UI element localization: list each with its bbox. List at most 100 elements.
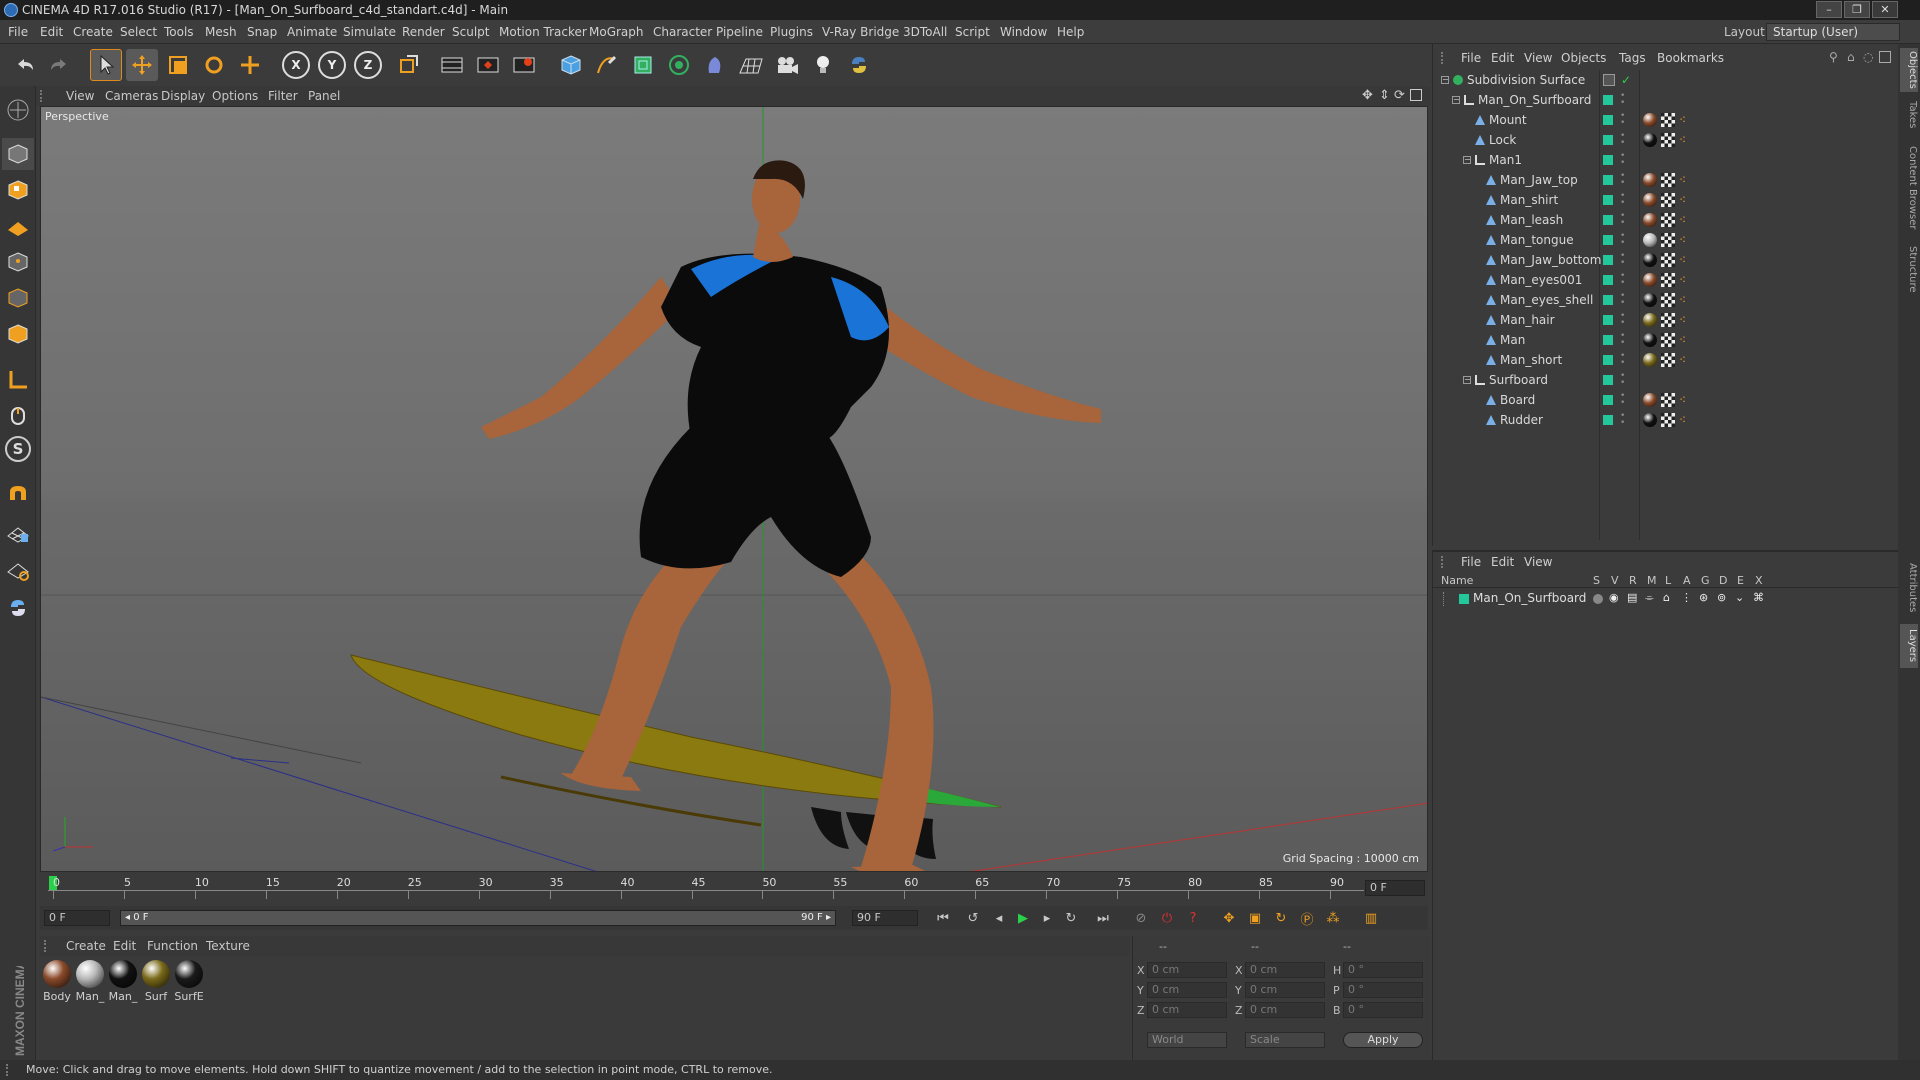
3d-viewport[interactable]: Perspective Grid Spacing: 10000 cm — [40, 106, 1428, 872]
material-tag-icon[interactable] — [1643, 173, 1657, 187]
material-tag-icon[interactable] — [1643, 113, 1657, 127]
material-menu-create[interactable]: Create — [66, 936, 106, 956]
previous-keyframe-icon[interactable]: ↺ — [962, 908, 984, 928]
object-name[interactable]: Man_On_Surfboard — [1478, 90, 1591, 110]
play-forward-icon[interactable]: ▶ — [1012, 908, 1034, 928]
floor-environment-icon[interactable] — [735, 49, 767, 81]
object-name[interactable]: Surfboard — [1489, 370, 1548, 390]
material-man-2[interactable]: Man_ — [108, 960, 138, 1003]
layer-color-swatch[interactable] — [1603, 155, 1613, 165]
texture-tag-icon[interactable] — [1661, 353, 1675, 367]
object-row[interactable]: Man • • ⁖ — [1433, 330, 1899, 350]
tab-layers[interactable]: Layers — [1900, 624, 1918, 668]
search-icon[interactable]: ⚲ — [1829, 50, 1838, 64]
coord-pos-y-field[interactable]: 0 cm — [1147, 982, 1227, 998]
phong-tag-icon[interactable]: ⁖ — [1679, 310, 1686, 330]
autokeying-icon[interactable]: ⏻ — [1156, 908, 1178, 928]
menu-script[interactable]: Script — [955, 20, 990, 44]
viewport-zoom-icon[interactable]: ⇕ — [1379, 88, 1390, 103]
material-tag-icon[interactable] — [1643, 293, 1657, 307]
layer-row[interactable]: Man_On_Surfboard ◉ ▤ ⌯ ⌂ ⋮ ⊛ ⊚ ⌄ ⌘ — [1433, 590, 1899, 608]
visibility-dots-icon[interactable]: • • — [1620, 92, 1625, 108]
z-axis-lock-button[interactable]: Z — [354, 51, 382, 79]
viewport-menu-panel[interactable]: Panel — [308, 86, 340, 106]
layer-manager-icon[interactable]: ⌯ — [1645, 591, 1654, 605]
layer-color-swatch[interactable] — [1603, 295, 1613, 305]
keyframe-selection-icon[interactable]: ? — [1182, 908, 1204, 928]
material-tag-icon[interactable] — [1643, 233, 1657, 247]
layer-color-swatch[interactable] — [1603, 135, 1613, 145]
visibility-dots-icon[interactable]: • • — [1620, 172, 1625, 188]
object-row[interactable]: Rudder • • ⁖ — [1433, 410, 1899, 430]
viewport-menu-options[interactable]: Options — [212, 86, 258, 106]
layer-filter-icon[interactable]: ◌ — [1863, 50, 1873, 64]
menu-motion-tracker[interactable]: Motion Tracker — [499, 20, 587, 44]
visibility-dots-icon[interactable]: • • — [1620, 112, 1625, 128]
layer-menu-file[interactable]: File — [1461, 552, 1481, 572]
menu-help[interactable]: Help — [1057, 20, 1084, 44]
end-frame-field[interactable]: 90 F — [852, 910, 918, 926]
object-menu-bookmarks[interactable]: Bookmarks — [1657, 48, 1724, 68]
material-menu-function[interactable]: Function — [147, 936, 198, 956]
texture-tag-icon[interactable] — [1661, 193, 1675, 207]
layer-expressions-icon[interactable]: ⌄ — [1735, 591, 1744, 604]
layer-col-s[interactable]: S — [1593, 574, 1600, 587]
points-mode-icon[interactable] — [2, 246, 34, 278]
texture-tag-icon[interactable] — [1661, 273, 1675, 287]
material-tag-icon[interactable] — [1643, 133, 1657, 147]
object-name[interactable]: Man_tongue — [1500, 230, 1574, 250]
object-name[interactable]: Rudder — [1500, 410, 1543, 430]
object-row[interactable]: − Man_On_Surfboard • • — [1433, 90, 1899, 110]
phong-tag-icon[interactable]: ⁖ — [1679, 330, 1686, 350]
model-mode-icon[interactable] — [2, 138, 34, 170]
layer-xref-icon[interactable]: ⌘ — [1753, 591, 1764, 604]
menu-edit[interactable]: Edit — [40, 20, 63, 44]
live-selection-icon[interactable] — [234, 49, 266, 81]
object-row[interactable]: Man_Jaw_bottom • • ⁖ — [1433, 250, 1899, 270]
texture-tag-icon[interactable] — [1661, 213, 1675, 227]
visibility-dots-icon[interactable]: • • — [1620, 332, 1625, 348]
polygons-mode-icon[interactable] — [2, 318, 34, 350]
previous-frame-icon[interactable]: ◂ — [988, 908, 1010, 928]
object-name[interactable]: Mount — [1489, 110, 1527, 130]
layer-col-l[interactable]: L — [1665, 574, 1671, 587]
texture-tag-icon[interactable] — [1661, 313, 1675, 327]
rotate-tool-icon[interactable] — [198, 49, 230, 81]
redo-icon[interactable] — [44, 49, 76, 81]
coord-pos-z-field[interactable]: 0 cm — [1147, 1002, 1227, 1018]
material-tag-icon[interactable] — [1643, 353, 1657, 367]
object-name[interactable]: Man_leash — [1500, 210, 1563, 230]
tree-collapse-icon[interactable]: − — [1441, 76, 1449, 84]
layer-color-swatch[interactable] — [1603, 95, 1613, 105]
maximize-button[interactable]: ❐ — [1844, 1, 1870, 18]
key-scale-icon[interactable]: ▣ — [1244, 908, 1266, 928]
menu-vray-bridge[interactable]: V-Ray Bridge — [822, 20, 899, 44]
visibility-dots-icon[interactable]: • • — [1620, 412, 1625, 428]
texture-tag-icon[interactable] — [1661, 233, 1675, 247]
material-surfe[interactable]: SurfE — [174, 960, 204, 1003]
material-menu-edit[interactable]: Edit — [113, 936, 136, 956]
tab-content-browser[interactable]: Content Browser — [1900, 140, 1918, 236]
tab-attributes[interactable]: Attributes — [1900, 556, 1918, 620]
material-tag-icon[interactable] — [1643, 193, 1657, 207]
layer-lock-icon[interactable]: ⌂ — [1663, 591, 1670, 604]
material-menu-texture[interactable]: Texture — [206, 936, 250, 956]
menu-snap[interactable]: Snap — [247, 20, 277, 44]
visibility-dots-icon[interactable]: • • — [1620, 232, 1625, 248]
undo-icon[interactable] — [8, 49, 40, 81]
object-name[interactable]: Man — [1500, 330, 1525, 350]
layer-color-swatch[interactable] — [1459, 594, 1469, 604]
viewport-menu-view[interactable]: View — [66, 86, 94, 106]
layer-color-swatch[interactable] — [1603, 275, 1613, 285]
layer-color-swatch[interactable] — [1603, 175, 1613, 185]
menu-simulate[interactable]: Simulate — [343, 20, 396, 44]
material-tag-icon[interactable] — [1643, 213, 1657, 227]
layer-col-m[interactable]: M — [1647, 574, 1657, 587]
coord-rot-b-field[interactable]: 0 ° — [1343, 1002, 1423, 1018]
menu-3dtoall[interactable]: 3DToAll — [903, 20, 947, 44]
object-menu-file[interactable]: File — [1461, 48, 1481, 68]
coord-pos-x-field[interactable]: 0 cm — [1147, 962, 1227, 978]
viewport-menu-cameras[interactable]: Cameras — [105, 86, 158, 106]
minimize-button[interactable]: – — [1816, 1, 1842, 18]
object-row[interactable]: Lock • • ⁖ — [1433, 130, 1899, 150]
